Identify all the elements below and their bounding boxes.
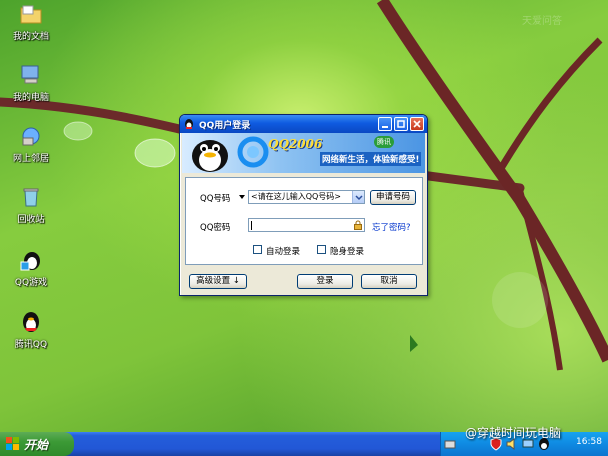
desktop-icon-label: QQ游戏 [14, 278, 48, 288]
maximize-button[interactable] [394, 117, 408, 131]
desktop-icon-recycle-bin[interactable]: 回收站 [4, 185, 58, 225]
faint-watermark: 天爱问答 [522, 16, 562, 27]
tencent-badge: 腾讯 [374, 136, 394, 148]
advanced-settings-button[interactable]: 高级设置 ↓ [189, 274, 247, 289]
desktop-icon-tencent-qq[interactable]: 腾讯QQ [4, 310, 58, 350]
folder-icon [20, 5, 42, 24]
qq-number-placeholder: <请在这儿输入QQ号码> [251, 192, 341, 201]
close-button[interactable] [410, 117, 424, 131]
start-label: 开始 [24, 437, 49, 452]
close-icon [413, 120, 421, 128]
window-titlebar[interactable]: QQ用户登录 [180, 115, 427, 133]
window-title: QQ用户登录 [199, 120, 251, 131]
password-label: QQ密码 [200, 223, 231, 233]
desktop-icon-network[interactable]: 网上邻居 [4, 124, 58, 164]
desktop-icon-my-computer[interactable]: 我的电脑 [4, 63, 58, 103]
minimize-icon [382, 126, 388, 128]
auto-login-label: 自动登录 [266, 247, 301, 257]
maximize-icon [397, 120, 405, 128]
desktop-icon-my-documents[interactable]: 我的文档 [4, 2, 58, 42]
invisible-login-checkbox[interactable] [317, 245, 326, 254]
start-button[interactable]: 开始 [0, 432, 74, 456]
qq-number-input[interactable]: <请在这儿输入QQ号码> [248, 190, 365, 204]
banner-slogan: 网络新生活，体验新感受! [320, 152, 422, 166]
qq-logo-icon [237, 136, 269, 168]
tray-printer-icon[interactable] [443, 437, 457, 451]
network-icon [22, 127, 40, 146]
qq-login-window: QQ用户登录 QQ2006 腾讯 网络新生活，体验新感受! QQ号码 <请在这儿… [179, 114, 428, 296]
login-button[interactable]: 登录 [297, 274, 353, 289]
qq-penguin-icon [185, 119, 193, 129]
desktop-icon-label: 网上邻居 [12, 154, 49, 164]
desktop-icon-qq-game[interactable]: QQ游戏 [4, 248, 58, 288]
computer-icon [21, 65, 39, 84]
login-form-panel: QQ号码 <请在这儿输入QQ号码> 申请号码 QQ密码 忘了密码? 自动登录 隐… [185, 177, 423, 265]
password-input[interactable] [248, 218, 365, 232]
windows-flag-icon [6, 437, 19, 450]
qq-number-label: QQ号码 [200, 194, 231, 204]
desktop-icon-label: 腾讯QQ [14, 340, 48, 350]
apply-number-button[interactable]: 申请号码 [370, 190, 416, 205]
invisible-login-label: 隐身登录 [330, 247, 365, 257]
qq-penguin-mascot-icon [192, 140, 228, 172]
auto-login-checkbox[interactable] [253, 245, 262, 254]
recycle-bin-icon [23, 188, 39, 207]
cancel-button[interactable]: 取消 [361, 274, 417, 289]
qq-banner: QQ2006 腾讯 网络新生活，体验新感受! [182, 133, 425, 173]
desktop-icon-label: 我的文档 [12, 32, 49, 42]
banner-logo-text: QQ2006 [268, 137, 323, 151]
watermark-text: @穿越时间玩电脑 [465, 426, 562, 440]
lock-icon [354, 220, 362, 230]
qq-penguin-icon [23, 312, 39, 332]
dropdown-arrow-icon[interactable] [239, 195, 245, 199]
taskbar-clock: 16:58 [576, 437, 602, 447]
qq-game-icon [20, 252, 40, 271]
chevron-down-icon[interactable] [352, 191, 364, 203]
forgot-password-link[interactable]: 忘了密码? [372, 221, 411, 233]
desktop-icon-label: 回收站 [17, 215, 45, 225]
text-caret [251, 221, 252, 230]
desktop-icon-label: 我的电脑 [12, 93, 49, 103]
minimize-button[interactable] [378, 117, 392, 131]
